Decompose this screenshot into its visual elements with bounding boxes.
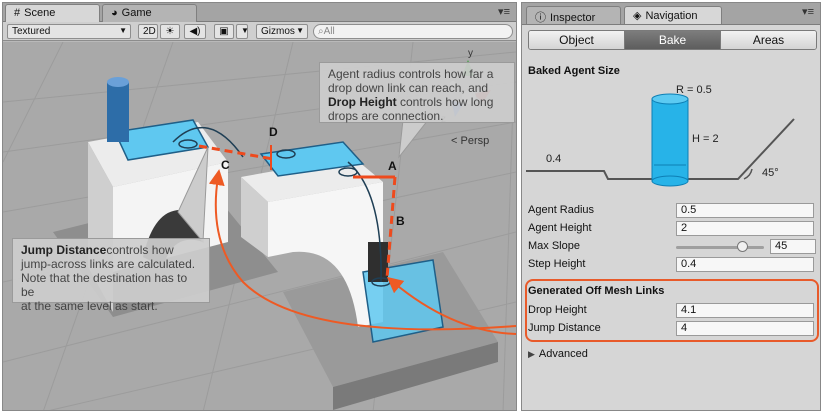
persp-text: Persp (460, 135, 489, 147)
drop-callout-line: Drop Height controls how long (328, 95, 506, 109)
agent-size-diagram: R = 0.5 H = 2 0.4 45° (526, 77, 818, 195)
tab-inspector[interactable]: ⓘ Inspector (526, 6, 621, 24)
tab-game[interactable]: ◕ Game (102, 4, 197, 22)
tab-navigation[interactable]: ◈ Navigation (624, 6, 722, 24)
step-height-field[interactable]: 0.4 (676, 257, 814, 272)
tab-menu-icon[interactable]: ▾≡ (498, 5, 510, 18)
tab-inspector-label: Inspector (550, 12, 596, 24)
search-placeholder: All (323, 26, 335, 37)
navigation-window: ⓘ Inspector ◈ Navigation ▾≡ Object Bake Ar… (521, 2, 821, 411)
shading-mode-value: Textured (12, 26, 51, 37)
scene-window: # Scene ◕ Game ▾≡ Textured ▼ 2D ☀ ◀) ▣ ▼ G… (2, 2, 517, 411)
speaker-icon[interactable]: ◀) (184, 24, 206, 39)
info-icon: ⓘ (535, 12, 546, 24)
advanced-foldout[interactable]: ▶ Advanced (528, 348, 588, 360)
gizmos-dropdown[interactable]: Gizmos ▼ (256, 24, 308, 39)
nav-segment-control: Object Bake Areas (528, 30, 817, 50)
persp-label[interactable]: < Persp (451, 135, 489, 147)
navigation-icon: ◈ (633, 10, 642, 22)
scene-viewport[interactable]: y z < Persp D C A B Agent radius control… (3, 42, 516, 410)
jump-distance-field[interactable]: 4 (676, 321, 814, 336)
cylinder-top (107, 77, 129, 87)
max-slope-slider-track[interactable] (676, 246, 764, 249)
jump-distance-row: Jump Distance 4 (528, 321, 816, 337)
drop-callout-line: Agent radius controls how far a (328, 67, 494, 81)
pacman-icon: ◕ (111, 7, 118, 19)
agent-height-label: Agent Height (528, 222, 592, 234)
cylinder-body (107, 82, 129, 142)
drop-callout-line: drops are connection. (328, 109, 444, 123)
marker-a: A (388, 159, 397, 173)
jump-callout-line: Note that the destination has to be (21, 271, 188, 299)
max-slope-row: Max Slope 45 (528, 239, 816, 255)
jump-distance-callout: Jump Distancecontrols how jump-across li… (12, 238, 210, 313)
gizmo-y-label: y (468, 48, 473, 59)
effects-dropdown-chevron-icon[interactable]: ▼ (236, 24, 249, 39)
radius-label: R = 0.5 (676, 84, 712, 96)
chevron-down-icon: ▼ (119, 26, 127, 35)
slope-label: 45° (762, 167, 779, 179)
jump-callout-line: Jump Distancecontrols how (21, 243, 201, 257)
agent-height-field[interactable]: 2 (676, 221, 814, 236)
agent-radius-field[interactable]: 0.5 (676, 203, 814, 218)
segment-bake[interactable]: Bake (625, 31, 721, 49)
marker-b: B (396, 214, 405, 228)
chevron-down-icon: ▼ (296, 26, 304, 35)
segment-object[interactable]: Object (529, 31, 625, 49)
tab-scene-label: Scene (24, 7, 56, 19)
gizmos-label: Gizmos (261, 26, 295, 37)
max-slope-slider-thumb[interactable] (736, 241, 748, 252)
tab-scene[interactable]: # Scene (5, 4, 100, 22)
max-slope-label: Max Slope (528, 240, 580, 252)
agent-cylinder-body (651, 98, 689, 182)
tab-menu-icon[interactable]: ▾≡ (802, 5, 814, 18)
step-label: 0.4 (546, 153, 562, 165)
jump-callout-line: jump-across links are calculated. (21, 257, 196, 271)
scene-search-input[interactable]: ⌕All (313, 24, 513, 39)
agent-radius-row: Agent Radius 0.5 (528, 203, 816, 219)
agent-cylinder-bottom (651, 175, 689, 187)
2d-toggle-label: 2D (143, 26, 156, 37)
shading-mode-dropdown[interactable]: Textured ▼ (7, 24, 131, 39)
jump-callout-bold: Jump Distance (21, 243, 107, 257)
image-icon[interactable]: ▣ (214, 24, 234, 39)
tab-navigation-label: Navigation (645, 10, 698, 22)
step-height-row: Step Height 0.4 (528, 257, 816, 273)
baked-agent-size-title: Baked Agent Size (528, 65, 620, 77)
agent-height-row: Agent Height 2 (528, 221, 816, 237)
segment-areas[interactable]: Areas (721, 31, 816, 49)
lower-block-shadow (368, 242, 388, 282)
advanced-label: Advanced (538, 348, 588, 360)
drop-callout-bold: Drop Height (328, 95, 397, 109)
drop-height-callout: Agent radius controls how far a drop dow… (319, 62, 515, 123)
max-slope-field[interactable]: 45 (770, 239, 816, 254)
marker-d: D (269, 125, 278, 139)
marker-c: C (221, 158, 230, 172)
drop-height-row: Drop Height 4.1 (528, 303, 816, 319)
agent-radius-label: Agent Radius (528, 204, 595, 216)
jump-callout-rest: controls how (106, 243, 174, 257)
off-mesh-links-title: Generated Off Mesh Links (528, 285, 665, 297)
grid-icon: # (14, 7, 21, 19)
2d-toggle-button[interactable]: 2D (138, 24, 158, 39)
scene-toolbar: Textured ▼ 2D ☀ ◀) ▣ ▼ Gizmos ▼ ⌕All (3, 22, 516, 41)
sun-icon[interactable]: ☀ (160, 24, 180, 39)
height-label: H = 2 (692, 133, 719, 145)
drop-callout-rest: controls how long (396, 95, 494, 109)
jump-callout-line: at the same level as start. (21, 299, 158, 313)
nav-tab-row: ⓘ Inspector ◈ Navigation ▾≡ (522, 3, 820, 25)
drop-callout-line: drop down link can reach, and (328, 81, 489, 95)
tab-game-label: Game (121, 7, 152, 19)
drop-height-label: Drop Height (528, 304, 587, 316)
drop-height-field[interactable]: 4.1 (676, 303, 814, 318)
jump-distance-label: Jump Distance (528, 322, 601, 334)
step-height-label: Step Height (528, 258, 586, 270)
scene-tab-row: # Scene ◕ Game ▾≡ (3, 3, 516, 22)
foldout-arrow-icon: ▶ (528, 349, 535, 359)
